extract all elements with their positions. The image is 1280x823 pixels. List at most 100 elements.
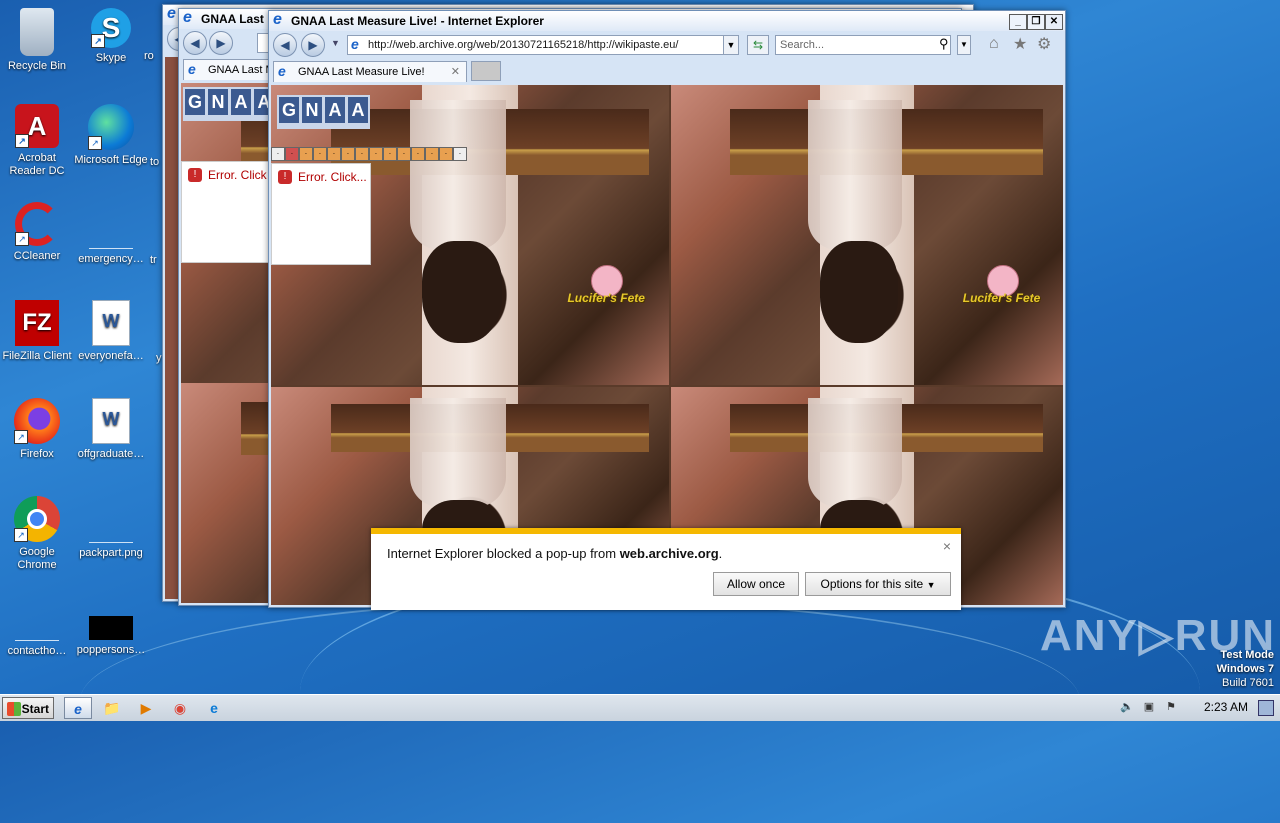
desktop-icon-acrobat[interactable]: A ↗ Acrobat Reader DC xyxy=(0,104,74,178)
search-icon[interactable]: ⚲ xyxy=(939,36,949,52)
desktop-icon-packpart[interactable]: packpart.png xyxy=(74,496,148,560)
error-box[interactable]: ! Error. Click xyxy=(181,161,273,263)
error-text: Error. Click... xyxy=(298,170,367,184)
dot: · xyxy=(425,147,439,161)
search-box[interactable]: Search... xyxy=(775,35,951,55)
dropdown-arrow-icon: ▼ xyxy=(926,580,936,590)
dot: · xyxy=(453,147,467,161)
gear-icon[interactable]: ⚙ xyxy=(1037,34,1051,54)
minimize-button[interactable]: _ xyxy=(1009,14,1027,30)
shortcut-arrow-icon: ↗ xyxy=(15,232,29,246)
error-box[interactable]: ! Error. Click... xyxy=(271,163,371,265)
address-dropdown-button[interactable]: ▼ xyxy=(723,35,739,55)
taskbar-edge-icon[interactable]: e xyxy=(200,697,228,719)
back-button[interactable]: ◀ xyxy=(183,31,207,55)
desktop-icon-edge[interactable]: ↗ Microsoft Edge xyxy=(74,104,148,167)
desktop-icon-everyonefa[interactable]: W everyonefa… xyxy=(74,300,148,363)
desktop-icon-chrome[interactable]: ↗ Google Chrome xyxy=(0,496,74,572)
allow-once-button[interactable]: Allow once xyxy=(713,572,799,596)
popup-blocked-notification: Internet Explorer blocked a pop-up from … xyxy=(371,528,961,610)
image-file-icon xyxy=(89,496,133,543)
desktop-icon-ccleaner[interactable]: ↗ CCleaner xyxy=(0,202,74,263)
ccleaner-icon: ↗ xyxy=(15,202,59,246)
windows-logo-icon xyxy=(7,702,21,716)
desktop-icon-poppersons[interactable]: poppersons… xyxy=(74,594,148,657)
desktop-icon-label: offgraduate… xyxy=(77,448,145,460)
dot: · xyxy=(383,147,397,161)
search-dropdown-button[interactable]: ▼ xyxy=(957,35,971,55)
notification-message: Internet Explorer blocked a pop-up from … xyxy=(387,546,722,561)
favorites-star-icon[interactable]: ★ xyxy=(1013,34,1027,54)
gnaa-logo: G N A A xyxy=(277,95,370,129)
taskbar-ie-icon[interactable]: e xyxy=(64,697,92,719)
shortcut-arrow-icon: ↗ xyxy=(91,34,105,48)
address-bar[interactable]: e http://web.archive.org/web/20130721165… xyxy=(347,35,739,55)
desktop-icon-label: FileZilla Client xyxy=(2,350,72,362)
chrome-center-icon xyxy=(27,509,47,529)
volume-icon[interactable]: 🔈 xyxy=(1120,700,1134,714)
tab-close-icon[interactable]: ✕ xyxy=(451,62,460,82)
blank-file-icon xyxy=(15,594,59,641)
taskbar-explorer-icon[interactable]: 📁 xyxy=(98,697,126,719)
desktop-icon-offgraduate[interactable]: W offgraduate… xyxy=(74,398,148,461)
test-mode-notice: Test Mode Windows 7 Build 7601 xyxy=(1217,648,1274,690)
dot: · xyxy=(327,147,341,161)
home-icon[interactable]: ⌂ xyxy=(989,35,999,53)
start-button[interactable]: Start xyxy=(2,697,54,719)
desktop-icon-filezilla[interactable]: FZ FileZilla Client xyxy=(0,300,74,363)
gnaa-logo: G N A A xyxy=(183,87,276,121)
error-text: Error. Click xyxy=(208,168,267,182)
blank-file-icon xyxy=(89,202,133,249)
logo-letter: N xyxy=(302,97,322,123)
error-message[interactable]: ! Error. Click... xyxy=(278,170,367,184)
maximize-button[interactable]: ❐ xyxy=(1027,14,1045,30)
taskbar-chrome-icon[interactable]: ◉ xyxy=(166,697,194,719)
forward-button[interactable]: ▶ xyxy=(301,33,325,57)
desktop-icon-partial[interactable]: ro xyxy=(144,50,164,63)
taskbar: Start e 📁 ▶ ◉ e 🔈 ▣ ⚑ 2:23 AM xyxy=(0,694,1280,721)
action-center-flag-icon[interactable]: ⚑ xyxy=(1164,700,1178,714)
desktop-icon-contactho[interactable]: contactho… xyxy=(0,594,74,658)
dot: · xyxy=(299,147,313,161)
logo-text: Lucifer's Fete xyxy=(567,291,645,305)
dot: · xyxy=(341,147,355,161)
test-mode-line: Test Mode xyxy=(1220,649,1274,661)
lucifer-pig-logo: Lucifer's Fete xyxy=(963,265,1040,305)
error-message[interactable]: ! Error. Click xyxy=(188,168,267,182)
back-button[interactable]: ◀ xyxy=(273,33,297,57)
browser-tab[interactable]: e GNAA Last Measure Live! ✕ xyxy=(273,61,467,82)
nav-dropdown-icon[interactable]: ▼ xyxy=(331,38,340,48)
clock[interactable]: 2:23 AM xyxy=(1204,700,1248,714)
test-mode-line: Build 7601 xyxy=(1222,677,1274,689)
notification-close-icon[interactable]: × xyxy=(943,538,951,554)
taskbar-media-player-icon[interactable]: ▶ xyxy=(132,697,160,719)
options-for-site-button[interactable]: Options for this site ▼ xyxy=(805,572,951,596)
shortcut-arrow-icon: ↗ xyxy=(14,528,28,542)
window-title: GNAA Last Measure Live! - Internet Explo… xyxy=(291,14,544,28)
desktop-icon-label: Google Chrome xyxy=(17,546,57,571)
logo-letter: A xyxy=(325,97,345,123)
logo-letter: G xyxy=(279,97,299,123)
close-button[interactable]: ✕ xyxy=(1045,14,1063,30)
show-desktop-button[interactable] xyxy=(1258,700,1274,716)
desktop-icon-firefox[interactable]: ↗ Firefox xyxy=(0,398,74,461)
logo-letter: G xyxy=(185,89,205,115)
dot: · xyxy=(355,147,369,161)
window-titlebar[interactable]: e GNAA Last Measure Live! - Internet Exp… xyxy=(269,11,1065,31)
new-tab-button[interactable] xyxy=(471,61,501,81)
desktop-icon-label: emergency… xyxy=(78,253,144,265)
tab-label: GNAA Last M xyxy=(208,64,275,76)
options-label: Options for this site xyxy=(820,577,924,591)
network-icon[interactable]: ▣ xyxy=(1142,700,1156,714)
refresh-button[interactable]: ⇆ xyxy=(747,35,769,55)
desktop-icon-label: y xyxy=(156,352,162,364)
desktop-icon-skype[interactable]: S ↗ Skype xyxy=(74,8,148,65)
ie-window-main[interactable]: e GNAA Last Measure Live! - Internet Exp… xyxy=(268,10,1066,608)
desktop-icon-label: Acrobat Reader DC xyxy=(9,152,65,177)
desktop-icon-emergency[interactable]: emergency… xyxy=(74,202,148,266)
forward-button[interactable]: ▶ xyxy=(209,31,233,55)
edge-icon: ↗ xyxy=(88,104,134,150)
desktop-icon-recycle-bin[interactable]: Recycle Bin xyxy=(0,8,74,73)
dot-strip: · · · · · · · · · · · · · · xyxy=(271,147,467,161)
filezilla-icon: FZ xyxy=(15,300,59,346)
